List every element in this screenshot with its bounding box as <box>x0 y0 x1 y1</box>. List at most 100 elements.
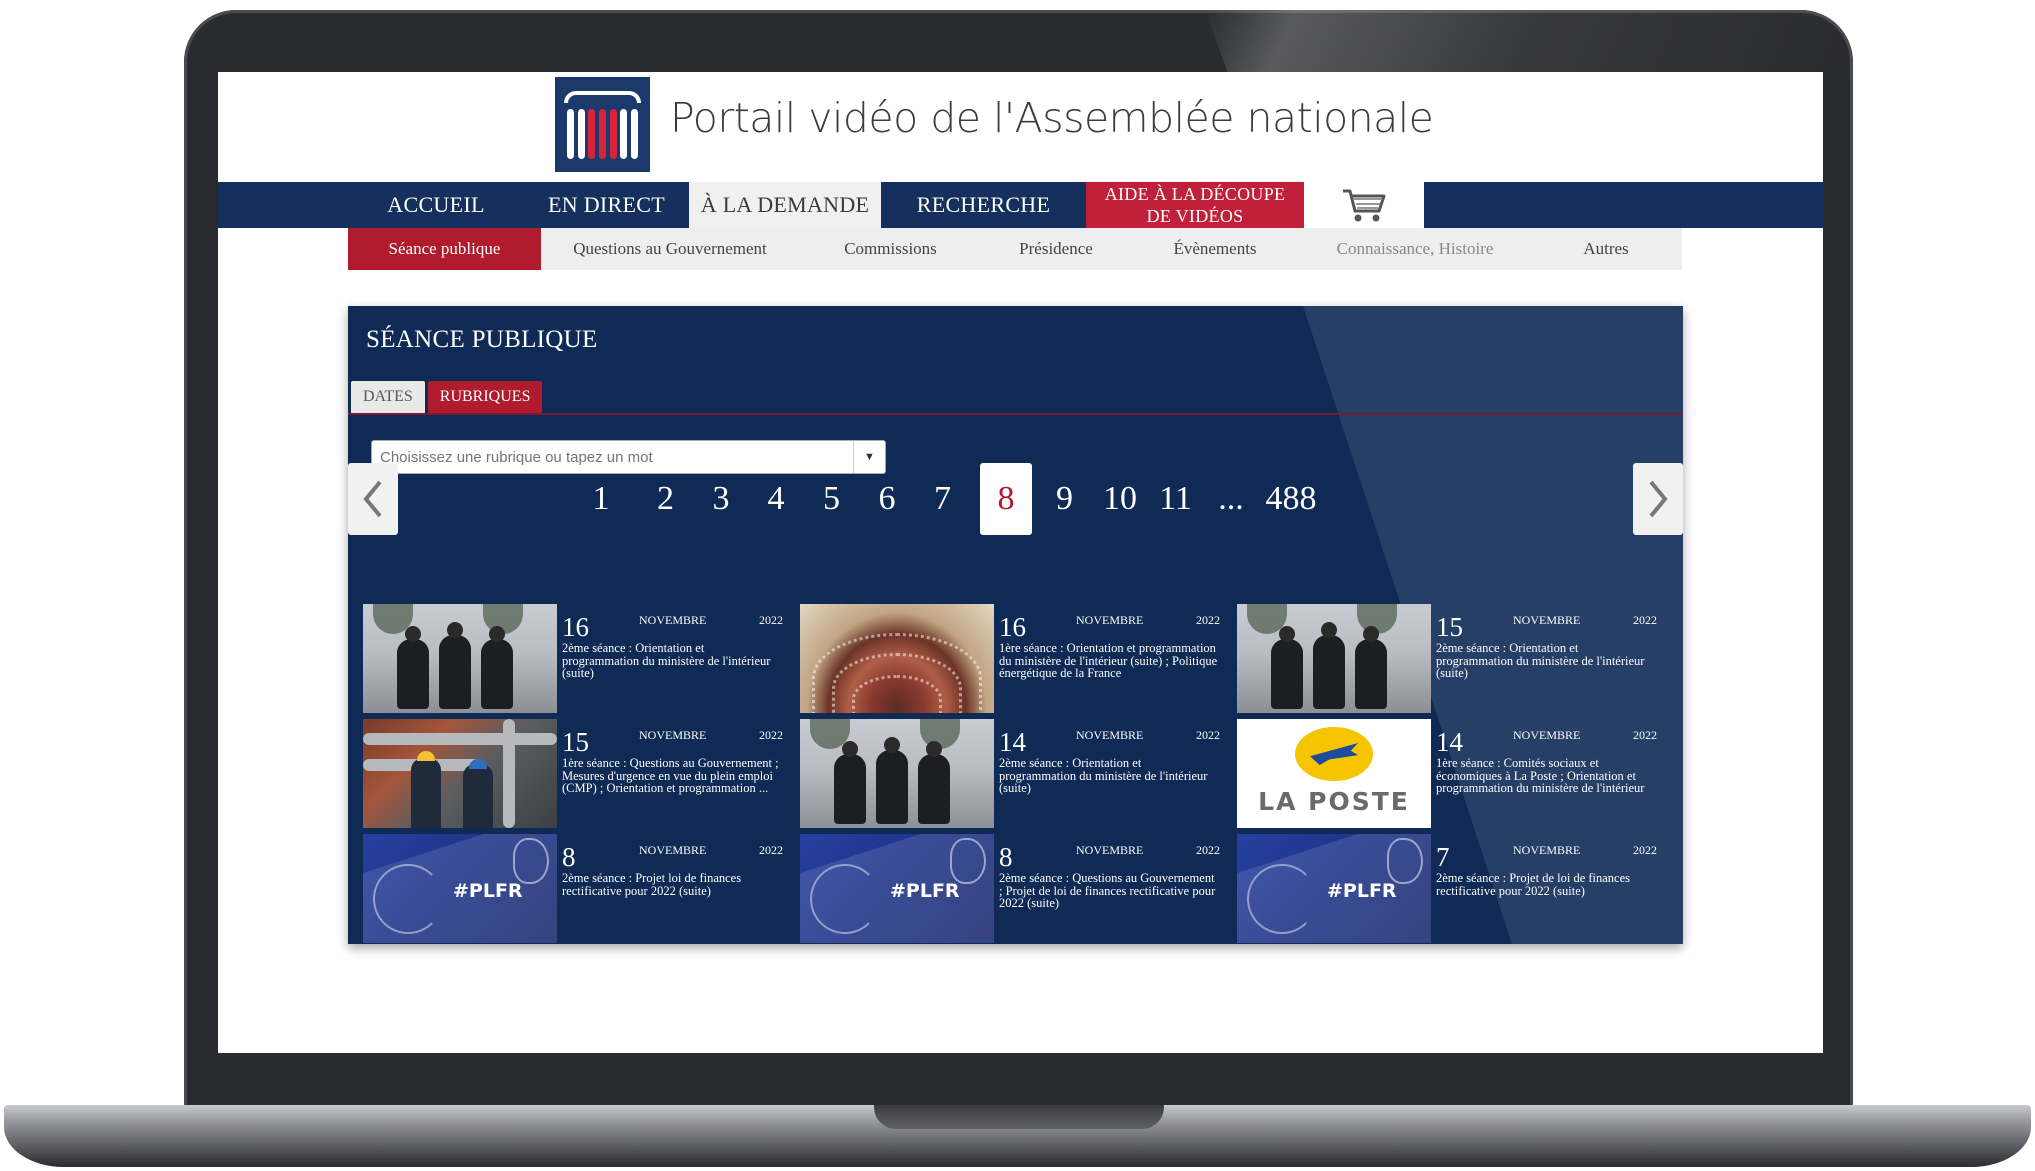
video-card[interactable]: 16 NOVEMBRE 2022 2ème séance : Orientati… <box>363 604 788 713</box>
panel-title: SÉANCE PUBLIQUE <box>366 326 598 353</box>
video-month: NOVEMBRE <box>1076 843 1144 857</box>
video-day: 15 <box>1436 612 1463 642</box>
page-11[interactable]: 11 <box>1153 463 1198 535</box>
video-title[interactable]: 1ère séance : Questions au Gouvernement … <box>562 757 782 795</box>
subnav-commissions[interactable]: Commissions <box>799 228 982 270</box>
video-card[interactable]: 16 NOVEMBRE 2022 1ère séance : Orientati… <box>800 604 1225 713</box>
video-thumbnail[interactable]: #PLFR <box>800 834 994 943</box>
video-info: 16 NOVEMBRE 2022 2ème séance : Orientati… <box>557 604 788 713</box>
video-title[interactable]: 2ème séance : Projet de loi de finances … <box>1436 872 1656 897</box>
assemblee-logo-icon[interactable] <box>555 77 650 172</box>
video-card[interactable]: LA POSTE 14 NOVEMBRE 2022 1ère séance : … <box>1237 719 1662 828</box>
subnav-connaissance-histoire[interactable]: Connaissance, Histoire <box>1300 228 1530 270</box>
video-title[interactable]: 2ème séance : Orientation et programmati… <box>999 757 1219 795</box>
video-info: 8 NOVEMBRE 2022 2ème séance : Questions … <box>994 834 1225 943</box>
tab-underline <box>348 413 1683 415</box>
video-title[interactable]: 1ère séance : Orientation et programmati… <box>999 642 1219 680</box>
video-card[interactable]: #PLFR 8 NOVEMBRE 2022 2ème séance : Proj… <box>363 834 788 943</box>
subnav-presidence[interactable]: Présidence <box>982 228 1130 270</box>
video-month: NOVEMBRE <box>1513 843 1581 857</box>
video-title[interactable]: 2ème séance : Questions au Gouvernement … <box>999 872 1219 910</box>
page-6[interactable]: 6 <box>859 463 915 535</box>
plfr-hashtag: #PLFR <box>890 880 960 902</box>
nav-aide-line2: DE VIDÉOS <box>1146 206 1244 226</box>
page-4[interactable]: 4 <box>748 463 804 535</box>
subnav-seance-publique[interactable]: Séance publique <box>348 228 541 270</box>
seance-panel: SÉANCE PUBLIQUE DATES RUBRIQUES ▼ 1 2 3 … <box>348 306 1683 944</box>
video-info: 7 NOVEMBRE 2022 2ème séance : Projet de … <box>1431 834 1662 943</box>
page-last[interactable]: 488 <box>1264 463 1318 535</box>
la-poste-wordmark: LA POSTE <box>1258 787 1410 816</box>
video-year: 2022 <box>1196 613 1220 627</box>
prev-page-button[interactable] <box>348 463 398 535</box>
page-9[interactable]: 9 <box>1042 463 1087 535</box>
cart-icon <box>1343 189 1386 222</box>
video-month: NOVEMBRE <box>1513 728 1581 742</box>
video-title[interactable]: 2ème séance : Projet loi de finances rec… <box>562 872 782 897</box>
laptop-notch <box>874 1105 1164 1129</box>
video-info: 15 NOVEMBRE 2022 1ère séance : Questions… <box>557 719 788 828</box>
video-day: 8 <box>562 842 576 872</box>
video-title[interactable]: 2ème séance : Orientation et programmati… <box>562 642 782 680</box>
video-thumbnail[interactable] <box>363 719 557 828</box>
video-title[interactable]: 1ère séance : Comités sociaux et économi… <box>1436 757 1656 795</box>
video-info: 14 NOVEMBRE 2022 1ère séance : Comités s… <box>1431 719 1662 828</box>
pagination: 1 2 3 4 5 6 7 8 9 10 11 ... 488 <box>565 463 1318 535</box>
video-day: 16 <box>999 612 1026 642</box>
plfr-hashtag: #PLFR <box>1327 880 1397 902</box>
tab-rubriques[interactable]: RUBRIQUES <box>427 381 543 413</box>
nav-en-direct[interactable]: EN DIRECT <box>524 182 689 228</box>
video-card[interactable]: 15 NOVEMBRE 2022 2ème séance : Orientati… <box>1237 604 1662 713</box>
video-day: 15 <box>562 727 589 757</box>
page-8-current[interactable]: 8 <box>980 463 1032 535</box>
page-1[interactable]: 1 <box>565 463 637 535</box>
video-day: 7 <box>1436 842 1450 872</box>
video-info: 8 NOVEMBRE 2022 2ème séance : Projet loi… <box>557 834 788 943</box>
video-thumbnail[interactable]: #PLFR <box>1237 834 1431 943</box>
cart-button[interactable] <box>1304 182 1424 228</box>
video-card[interactable]: #PLFR 7 NOVEMBRE 2022 2ème séance : Proj… <box>1237 834 1662 943</box>
page-7[interactable]: 7 <box>915 463 970 535</box>
video-info: 14 NOVEMBRE 2022 2ème séance : Orientati… <box>994 719 1225 828</box>
page-5[interactable]: 5 <box>804 463 859 535</box>
video-month: NOVEMBRE <box>1076 613 1144 627</box>
video-month: NOVEMBRE <box>1513 613 1581 627</box>
tab-dates[interactable]: DATES <box>351 381 425 413</box>
video-day: 16 <box>562 612 589 642</box>
video-month: NOVEMBRE <box>639 613 707 627</box>
next-page-button[interactable] <box>1633 463 1683 535</box>
nav-aide-decoupe[interactable]: AIDE À LA DÉCOUPE DE VIDÉOS <box>1086 182 1304 228</box>
video-year: 2022 <box>1633 728 1657 742</box>
plfr-hashtag: #PLFR <box>453 880 523 902</box>
video-month: NOVEMBRE <box>639 728 707 742</box>
video-info: 15 NOVEMBRE 2022 2ème séance : Orientati… <box>1431 604 1662 713</box>
video-thumbnail[interactable]: #PLFR <box>363 834 557 943</box>
subnav-autres[interactable]: Autres <box>1530 228 1682 270</box>
chevron-right-icon <box>1649 480 1668 518</box>
video-thumbnail[interactable] <box>1237 604 1431 713</box>
nav-a-la-demande[interactable]: À LA DEMANDE <box>689 182 881 228</box>
page-10[interactable]: 10 <box>1087 463 1153 535</box>
nav-recherche[interactable]: RECHERCHE <box>881 182 1086 228</box>
video-year: 2022 <box>1196 843 1220 857</box>
video-thumbnail[interactable] <box>363 604 557 713</box>
panel-tabs: DATES RUBRIQUES <box>351 381 543 413</box>
screen: Portail vidéo de l'Assemblée nationale A… <box>218 72 1823 1053</box>
video-year: 2022 <box>759 728 783 742</box>
video-thumbnail[interactable] <box>800 719 994 828</box>
page-3[interactable]: 3 <box>694 463 748 535</box>
video-thumbnail[interactable] <box>800 604 994 713</box>
page-2[interactable]: 2 <box>637 463 694 535</box>
video-card[interactable]: 15 NOVEMBRE 2022 1ère séance : Questions… <box>363 719 788 828</box>
video-card[interactable]: 14 NOVEMBRE 2022 2ème séance : Orientati… <box>800 719 1225 828</box>
nav-accueil[interactable]: ACCUEIL <box>348 182 524 228</box>
chevron-left-icon <box>363 480 382 518</box>
video-title[interactable]: 2ème séance : Orientation et programmati… <box>1436 642 1656 680</box>
video-card[interactable]: #PLFR 8 NOVEMBRE 2022 2ème séance : Ques… <box>800 834 1225 943</box>
video-month: NOVEMBRE <box>639 843 707 857</box>
subnav-questions-gouvernement[interactable]: Questions au Gouvernement <box>541 228 799 270</box>
video-thumbnail[interactable]: LA POSTE <box>1237 719 1431 828</box>
subnav-evenements[interactable]: Évènements <box>1130 228 1300 270</box>
video-month: NOVEMBRE <box>1076 728 1144 742</box>
nav-aide-line1: AIDE À LA DÉCOUPE <box>1104 184 1286 204</box>
